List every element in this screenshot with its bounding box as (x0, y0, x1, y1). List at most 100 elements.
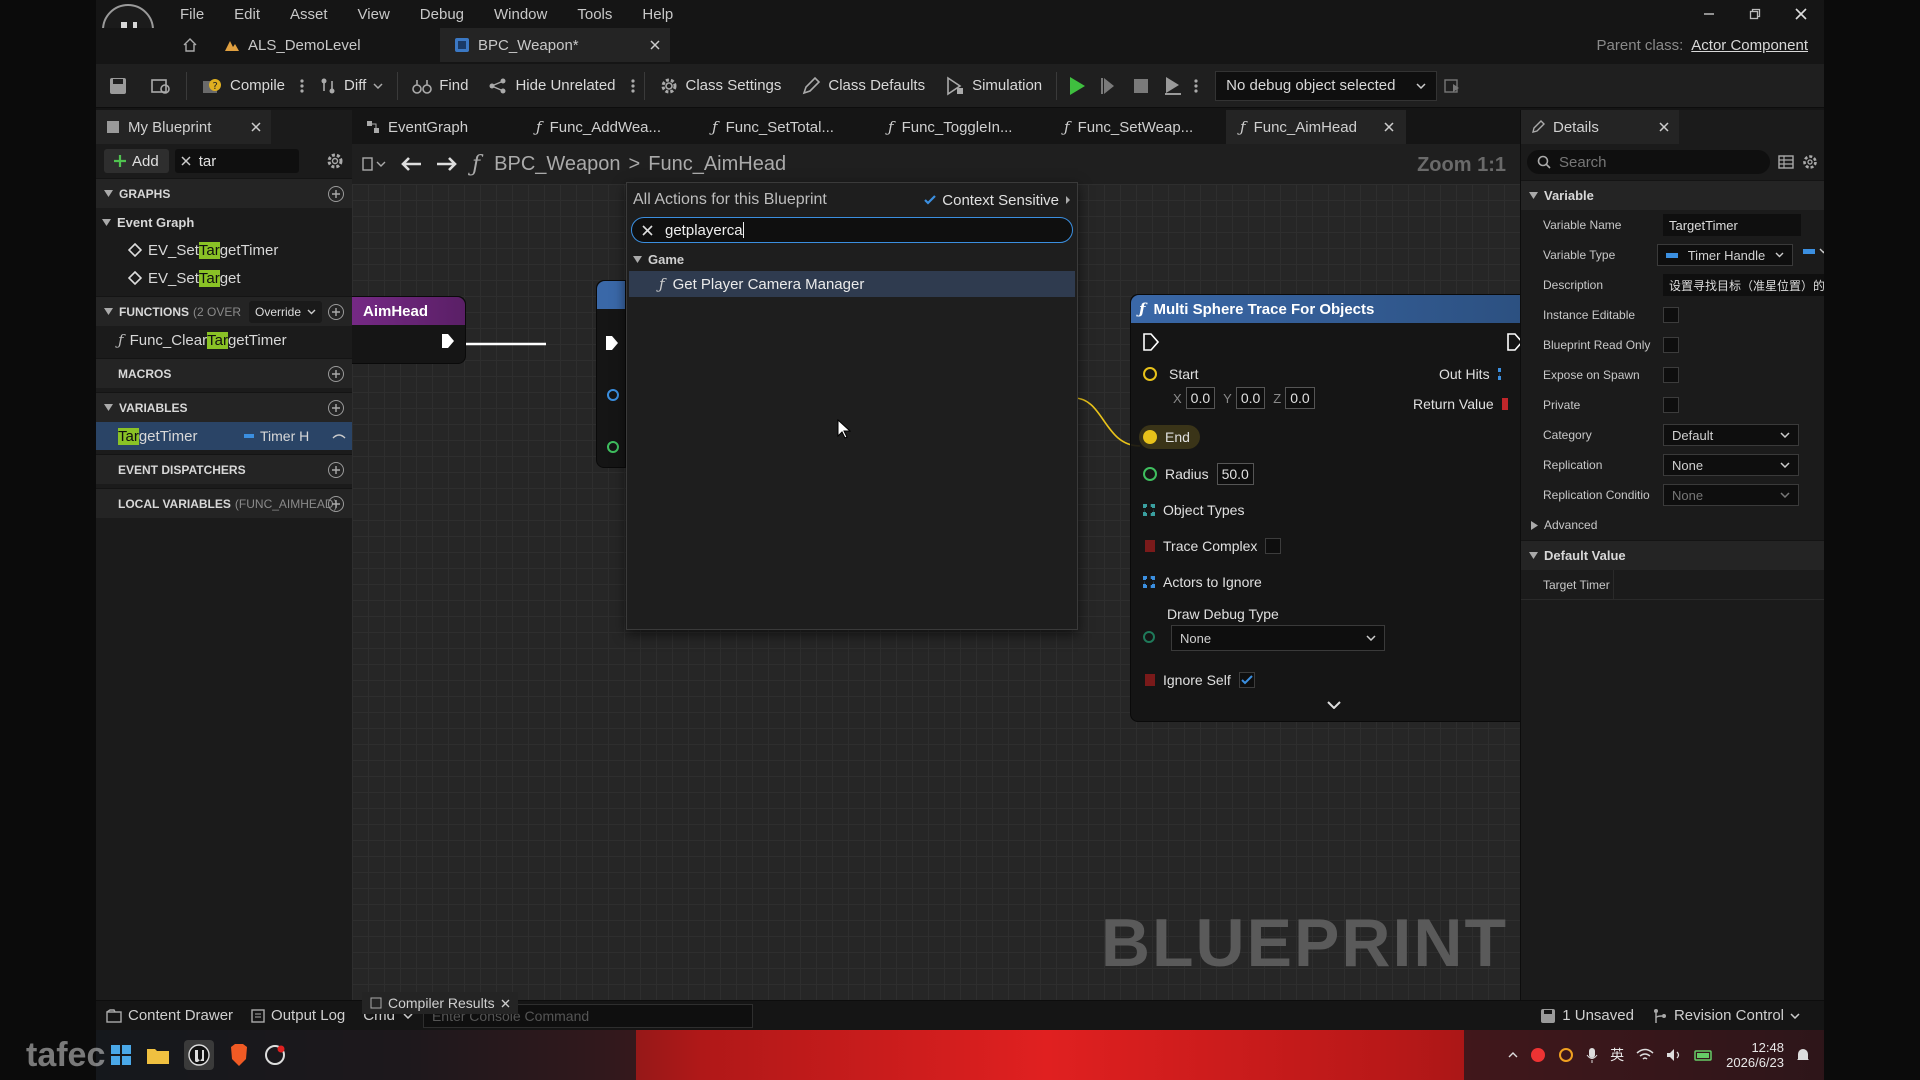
pin-return-value[interactable]: Return Value (1413, 391, 1508, 417)
gear-icon[interactable] (1802, 154, 1818, 170)
hidden-function-node[interactable] (596, 280, 626, 468)
clear-search-icon[interactable] (181, 156, 191, 166)
minimize-icon[interactable] (1686, 0, 1732, 28)
tab-func-togglein[interactable]: ƒ Func_ToggleIn... (874, 110, 1050, 144)
restore-icon[interactable] (1732, 0, 1778, 28)
chevron-up-icon[interactable] (1508, 1052, 1518, 1058)
override-dropdown[interactable]: Override (249, 300, 323, 323)
add-local-variable-icon[interactable] (328, 496, 344, 512)
notification-icon[interactable] (1796, 1047, 1810, 1063)
tab-eventgraph[interactable]: EventGraph (352, 110, 522, 144)
tree-event-ev-settargettimer[interactable]: EV_SetTargetTimer (96, 236, 352, 264)
pin-out-hits[interactable]: Out Hits (1439, 361, 1506, 387)
play-options-icon[interactable] (1189, 78, 1203, 94)
trace-complex-checkbox[interactable] (1265, 538, 1282, 554)
tab-func-addweapon[interactable]: ƒ Func_AddWea... (522, 110, 698, 144)
tree-event-graph[interactable]: Event Graph (96, 208, 352, 236)
expand-node-icon[interactable] (1327, 701, 1341, 709)
tab-func-setweapon[interactable]: ƒ Func_SetWeap... (1050, 110, 1226, 144)
instance-editable-checkbox[interactable] (1663, 307, 1679, 323)
start-x-input[interactable]: 0.0 (1185, 387, 1216, 409)
save-button[interactable] (96, 64, 140, 108)
file-explorer-icon[interactable] (146, 1045, 170, 1065)
play-icon[interactable] (1061, 64, 1093, 108)
close-tab-icon[interactable] (251, 122, 261, 132)
tray-app-icon[interactable] (1530, 1047, 1546, 1063)
container-type-dropdown[interactable] (1803, 248, 1824, 254)
section-graphs[interactable]: GRAPHS (96, 178, 352, 208)
section-event-dispatchers[interactable]: EVENT DISPATCHERS (96, 454, 352, 484)
browse-button[interactable] (140, 64, 182, 108)
menu-edit[interactable]: Edit (234, 6, 260, 23)
tree-func-clear-target-timer[interactable]: ƒ Func_ClearTargetTimer (96, 326, 352, 354)
debug-object-dropdown[interactable]: No debug object selected (1215, 70, 1438, 101)
breadcrumb-root[interactable]: BPC_Weapon (494, 153, 620, 176)
hide-unrelated-button[interactable]: Hide Unrelated (478, 64, 625, 108)
draw-debug-type-dropdown[interactable]: None (1171, 625, 1385, 651)
parent-class-link[interactable]: Actor Component (1691, 37, 1808, 54)
my-blueprint-tab[interactable]: My Blueprint (96, 110, 271, 144)
class-defaults-button[interactable]: Class Defaults (791, 64, 935, 108)
eject-icon[interactable] (1157, 64, 1189, 108)
pin-object-types[interactable]: Object Types (1143, 497, 1244, 523)
action-result-get-player-camera-manager[interactable]: ƒ Get Player Camera Manager (629, 271, 1075, 297)
menu-tools[interactable]: Tools (577, 6, 612, 23)
windows-start-icon[interactable] (110, 1044, 132, 1066)
pin-draw-debug-type[interactable]: Draw Debug Type (1167, 601, 1279, 627)
add-button[interactable]: Add (104, 149, 169, 173)
find-button[interactable]: Find (402, 64, 478, 108)
simulation-button[interactable]: Simulation (935, 64, 1052, 108)
details-tab[interactable]: Details (1521, 110, 1679, 144)
function-entry-node[interactable]: AimHead (352, 296, 466, 364)
add-variable-icon[interactable] (328, 400, 344, 416)
close-window-icon[interactable] (1778, 0, 1824, 28)
my-blueprint-search[interactable]: tar (174, 149, 299, 173)
tree-variable-targettimer[interactable]: TargetTimer Timer H (96, 422, 352, 450)
exec-in-pin-icon[interactable] (605, 335, 619, 351)
close-tab-icon[interactable] (1384, 122, 1394, 132)
section-local-variables[interactable]: LOCAL VARIABLES (FUNC_AIMHEAD) (96, 488, 352, 518)
details-section-variable[interactable]: Variable (1521, 180, 1824, 210)
menu-view[interactable]: View (358, 6, 390, 23)
volume-icon[interactable] (1666, 1048, 1682, 1062)
class-settings-button[interactable]: Class Settings (649, 64, 792, 108)
input-pin-blue[interactable] (607, 389, 619, 401)
pin-radius[interactable]: Radius 50.0 (1143, 461, 1254, 487)
pin-ignore-self[interactable]: Ignore Self (1143, 667, 1255, 693)
back-arrow-icon[interactable] (400, 156, 422, 172)
variable-name-input[interactable]: TargetTimer (1663, 214, 1801, 236)
close-tab-icon[interactable] (650, 40, 660, 50)
gear-icon[interactable] (326, 152, 344, 170)
add-graph-icon[interactable] (328, 186, 344, 202)
sync-icon[interactable] (1558, 1047, 1574, 1063)
details-search-input[interactable]: Search (1527, 150, 1770, 174)
compiler-results-tab[interactable]: Compiler Results (362, 992, 518, 1014)
step-icon[interactable] (1093, 64, 1125, 108)
section-macros[interactable]: MACROS (96, 358, 352, 388)
close-tab-icon[interactable] (501, 999, 510, 1008)
forward-arrow-icon[interactable] (436, 156, 458, 172)
ime-indicator[interactable]: 英 (1610, 1045, 1624, 1065)
brave-browser-icon[interactable] (228, 1043, 250, 1067)
ignore-self-checkbox[interactable] (1238, 672, 1255, 688)
start-y-input[interactable]: 0.0 (1235, 387, 1266, 409)
add-dispatcher-icon[interactable] (328, 462, 344, 478)
multi-sphere-trace-node[interactable]: ƒ Multi Sphere Trace For Objects Start X… (1130, 294, 1520, 722)
replication-dropdown[interactable]: None (1663, 454, 1799, 476)
tab-func-aimhead[interactable]: ƒ Func_AimHead (1226, 110, 1406, 144)
stop-icon[interactable] (1125, 64, 1157, 108)
clock[interactable]: 12:48 2026/6/23 (1726, 1040, 1784, 1070)
hide-unrelated-options-icon[interactable] (626, 78, 640, 94)
add-function-icon[interactable] (328, 304, 344, 320)
tab-als-demolevel[interactable]: ALS_DemoLevel (210, 28, 440, 62)
microphone-icon[interactable] (1586, 1047, 1598, 1063)
wifi-icon[interactable] (1636, 1048, 1654, 1062)
expose-on-spawn-checkbox[interactable] (1663, 367, 1679, 383)
variable-type-dropdown[interactable]: Timer Handle (1657, 244, 1793, 266)
clear-search-icon[interactable] (642, 224, 653, 236)
description-input[interactable]: 设置寻找目标（准星位置）的定时器 (1663, 274, 1824, 296)
exec-out-pin-icon[interactable] (441, 333, 455, 349)
debug-filter-icon[interactable] (1437, 78, 1467, 94)
radius-input[interactable]: 50.0 (1216, 463, 1254, 485)
category-dropdown[interactable]: Default (1663, 424, 1799, 446)
